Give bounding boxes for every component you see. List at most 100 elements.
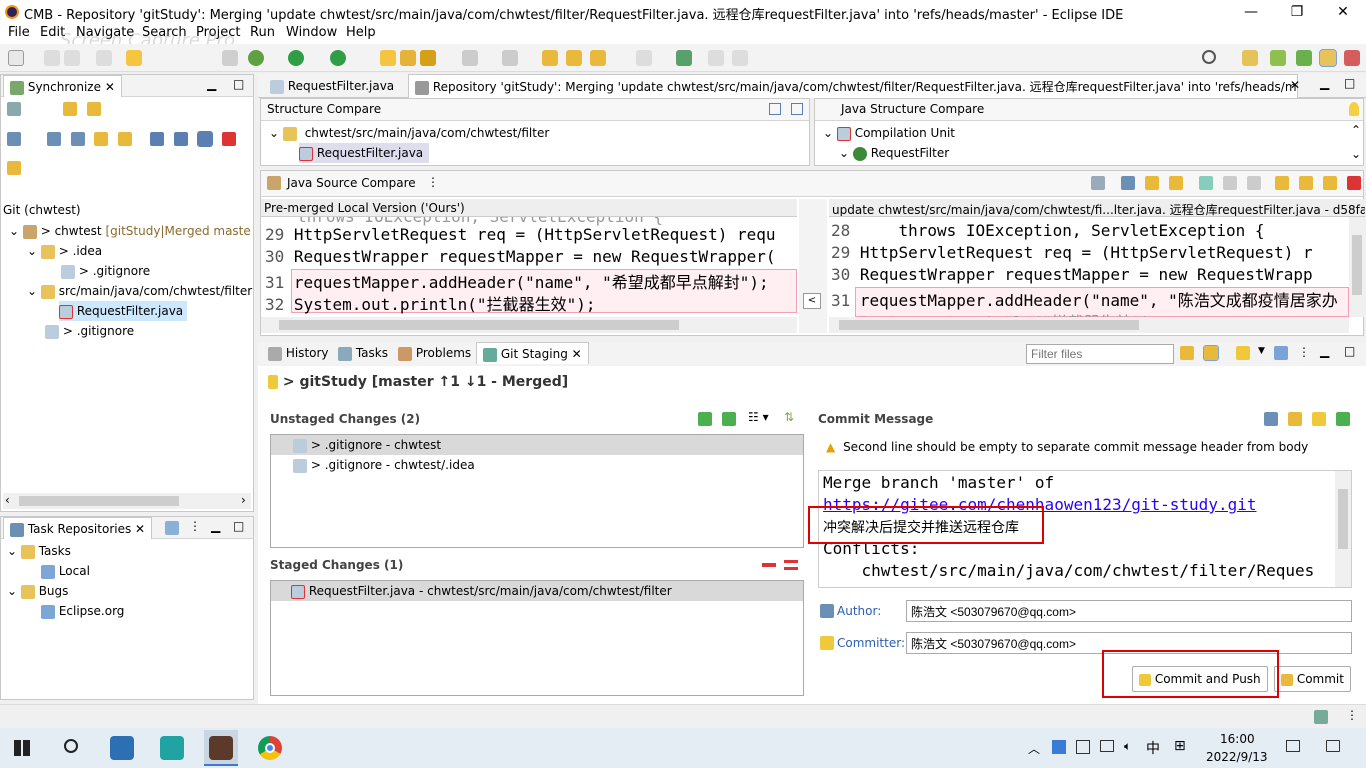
refresh-icon[interactable] <box>1180 346 1194 360</box>
class-node[interactable]: ⌄ RequestFilter <box>839 143 949 163</box>
both-mode-icon[interactable] <box>196 130 213 147</box>
ime-indicator[interactable]: 中 <box>1146 738 1160 758</box>
tree-item-local[interactable]: Local <box>41 561 90 581</box>
app-icon[interactable] <box>160 736 184 760</box>
search-icon[interactable] <box>1202 50 1216 64</box>
tray-network-icon[interactable] <box>1076 740 1090 754</box>
structure-folder[interactable]: ⌄ chwtest/src/main/java/com/chwtest/filt… <box>269 123 549 143</box>
amend-icon[interactable] <box>1288 412 1302 426</box>
lightbulb-icon[interactable] <box>1349 102 1359 116</box>
minimize-view-icon[interactable]: ▁ <box>1320 344 1329 358</box>
horizontal-scrollbar[interactable]: ‹ › <box>3 493 251 509</box>
status-icon[interactable] <box>1314 710 1328 724</box>
left-source-code[interactable]: throws IOException, ServletException { 2… <box>261 217 797 317</box>
scroll-thumb[interactable] <box>279 320 679 330</box>
view-menu-icon[interactable]: ⋮ <box>427 175 439 189</box>
tab-tasks[interactable]: Tasks <box>332 342 394 364</box>
close-button[interactable]: ✕ <box>1320 0 1366 24</box>
repo-icon[interactable] <box>1236 346 1250 360</box>
folder-icon[interactable] <box>126 50 142 66</box>
structure-file[interactable]: RequestFilter.java <box>299 143 430 163</box>
maximize-pane-icon[interactable] <box>791 103 803 115</box>
view-menu-icon[interactable]: ⋮ <box>189 519 201 533</box>
minimize-view-icon[interactable]: ▁ <box>211 519 220 533</box>
tab-task-repositories[interactable]: Task Repositories ✕ <box>3 517 153 539</box>
view-toggle-icon[interactable] <box>769 103 781 115</box>
next-diff-icon[interactable] <box>94 131 109 146</box>
print-icon[interactable] <box>96 50 112 66</box>
push-icon[interactable] <box>86 101 101 116</box>
eclipse-taskbar-icon[interactable] <box>204 730 238 766</box>
tray-chevron-icon[interactable]: ︿ <box>1028 740 1040 757</box>
windows-start-icon[interactable] <box>14 740 30 756</box>
java-perspective-icon[interactable] <box>1344 50 1360 66</box>
back-icon[interactable] <box>542 50 558 66</box>
tree-item-gitignore-idea[interactable]: > .gitignore <box>61 261 150 281</box>
add-repository-icon[interactable] <box>165 521 179 535</box>
copy-left-icon[interactable] <box>1247 176 1261 190</box>
next-annotation-icon[interactable] <box>462 50 478 66</box>
scroll-right-icon[interactable]: › <box>241 493 246 507</box>
sign-off-icon[interactable] <box>1264 412 1278 426</box>
save-all-icon[interactable] <box>64 50 80 66</box>
pin-icon[interactable] <box>708 50 724 66</box>
tab-git-staging[interactable]: Git Staging ✕ <box>476 342 589 364</box>
tray-volume-icon[interactable]: 🔈︎ <box>1124 739 1131 754</box>
link-icon[interactable] <box>1203 345 1219 361</box>
menu-run[interactable]: Run <box>250 25 275 40</box>
unstaged-item[interactable]: > .gitignore - chwtest <box>271 435 803 455</box>
scroll-thumb[interactable] <box>1338 489 1348 549</box>
change-id-icon[interactable] <box>1336 412 1350 426</box>
staged-item[interactable]: RequestFilter.java - chwtest/src/main/ja… <box>271 581 803 601</box>
tree-item-eclipse-org[interactable]: Eclipse.org <box>41 601 124 621</box>
maximize-button[interactable]: ❐ <box>1274 0 1320 24</box>
sort-icon[interactable]: ⇅ <box>784 410 794 424</box>
unstaged-item[interactable]: > .gitignore - chwtest/.idea <box>271 455 803 475</box>
bug-perspective-icon[interactable] <box>1296 50 1312 66</box>
copy-right-icon[interactable] <box>1275 176 1289 190</box>
prev-annotation-icon[interactable] <box>502 50 518 66</box>
copy-all-left-icon[interactable] <box>1121 176 1135 190</box>
layout-toggle-icon[interactable] <box>1274 346 1288 360</box>
notification-icon[interactable] <box>1326 740 1340 752</box>
tab-problems[interactable]: Problems <box>392 342 477 364</box>
commit-vscroll[interactable] <box>1335 471 1351 587</box>
compilation-unit-node[interactable]: ⌄ Compilation Unit <box>823 123 955 143</box>
next-change-icon[interactable] <box>1199 176 1213 190</box>
tab-merge-editor[interactable]: Repository 'gitStudy': Merging 'update c… <box>408 74 1298 98</box>
repo-dropdown-icon[interactable]: ▼ <box>1258 346 1265 356</box>
save-icon[interactable] <box>44 50 60 66</box>
minimize-button[interactable]: — <box>1228 0 1274 24</box>
scroll-thumb[interactable] <box>1352 235 1362 295</box>
run-icon[interactable] <box>288 50 304 66</box>
perspective-open-icon[interactable] <box>1242 50 1258 66</box>
pen-icon[interactable] <box>420 50 436 66</box>
search-icon[interactable] <box>64 739 78 753</box>
tree-item-gitignore[interactable]: > .gitignore <box>45 321 134 341</box>
ime-mode-icon[interactable]: ⊞ <box>1174 738 1186 754</box>
security-app-icon[interactable] <box>110 736 134 760</box>
right-hscroll[interactable] <box>829 317 1349 333</box>
settings-icon[interactable] <box>248 50 264 66</box>
tree-item-requestfilter[interactable]: RequestFilter.java <box>59 301 188 321</box>
filter-files-input[interactable] <box>1026 344 1174 364</box>
scroll-left-icon[interactable]: ‹ <box>5 493 10 507</box>
stage-icon[interactable] <box>698 412 712 426</box>
clock-time[interactable]: 16:00 <box>1220 732 1255 746</box>
next-diff-icon[interactable] <box>1299 176 1313 190</box>
git-perspective-icon[interactable] <box>1319 49 1337 67</box>
nav-forward-icon[interactable] <box>636 50 652 66</box>
conflicts-icon[interactable] <box>221 131 236 146</box>
minimize-view-icon[interactable]: ▁ <box>207 77 216 91</box>
scroll-down-icon[interactable]: ⌄ <box>1351 147 1361 161</box>
chrome-icon[interactable] <box>258 736 282 760</box>
unstage-all-icon[interactable] <box>784 560 798 570</box>
maximize-view-icon[interactable]: □ <box>233 519 244 533</box>
tab-history[interactable]: History <box>262 342 335 364</box>
tray-display-icon[interactable] <box>1100 740 1114 752</box>
layout-icon[interactable] <box>7 131 21 146</box>
lock-icon[interactable] <box>1312 412 1326 426</box>
conflict-icon[interactable] <box>1347 176 1361 190</box>
open-type-icon[interactable] <box>380 50 396 66</box>
maximize-view-icon[interactable]: □ <box>1344 344 1355 358</box>
